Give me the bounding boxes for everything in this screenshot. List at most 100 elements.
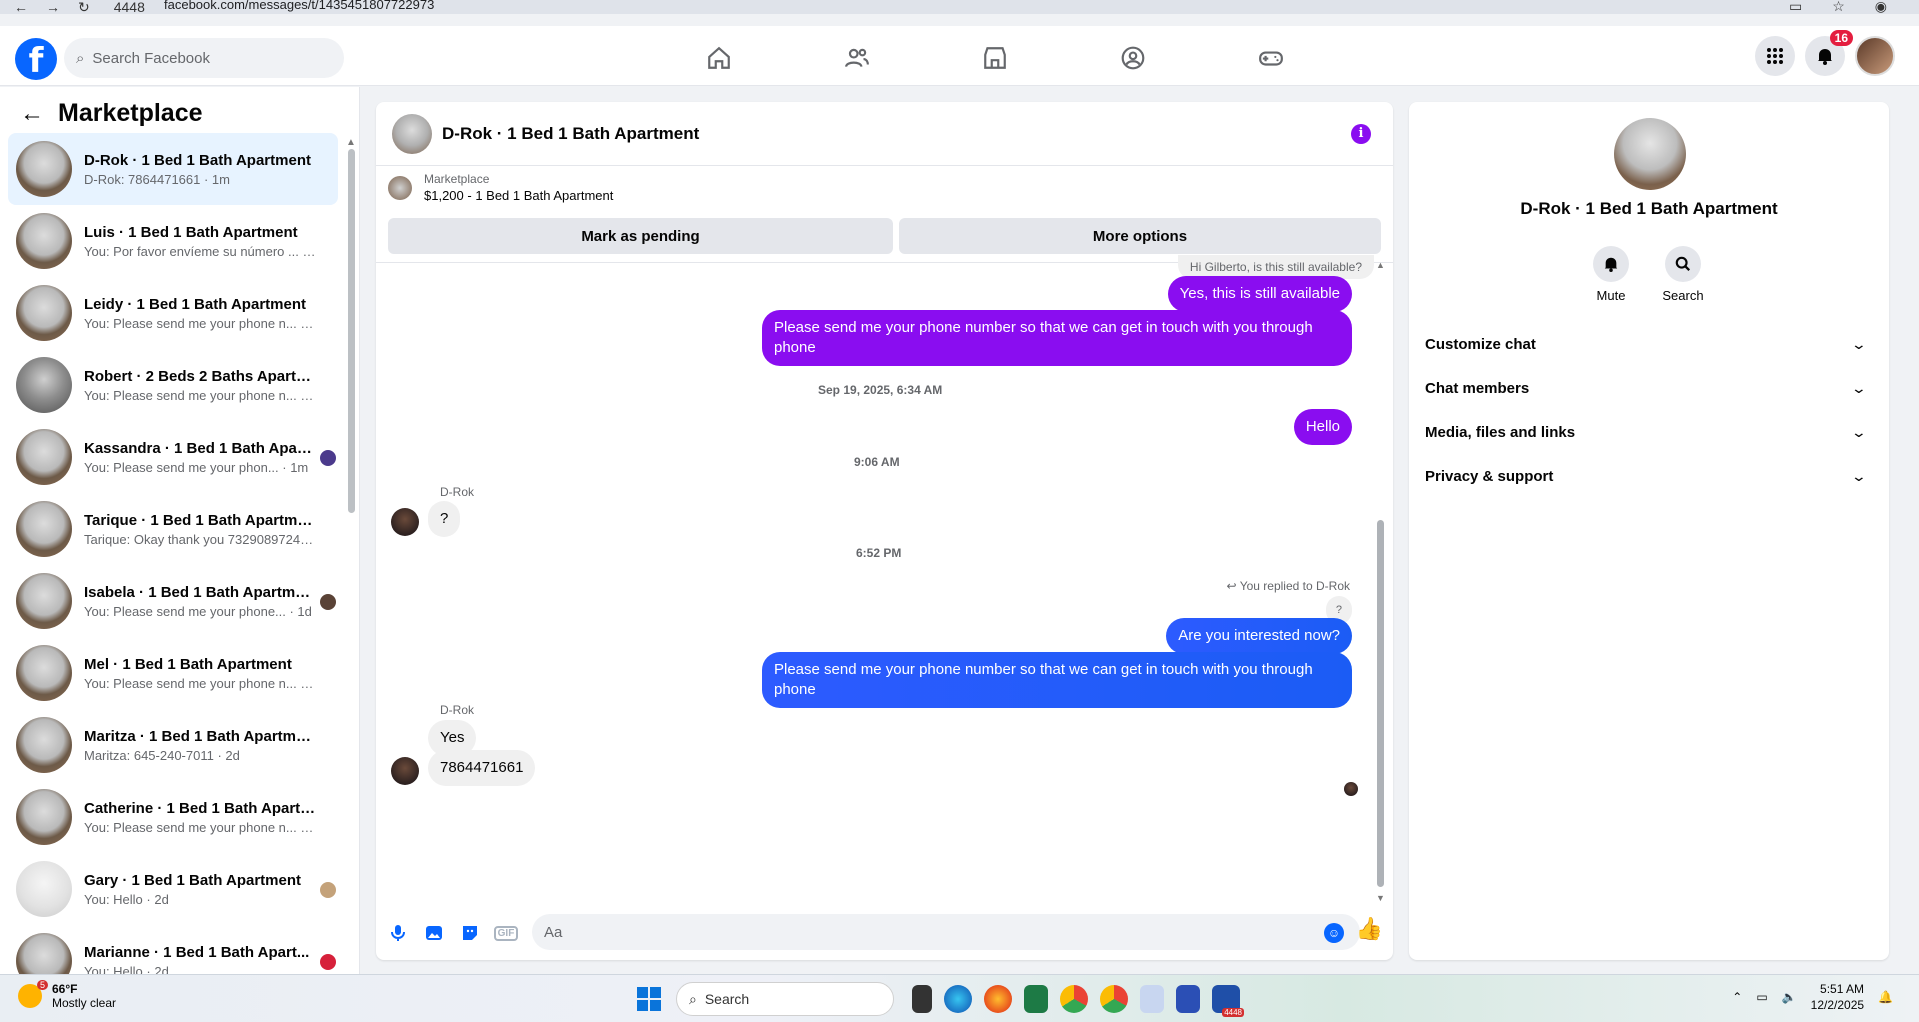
conversation-item[interactable]: D-Rok · 1 Bed 1 Bath Apartment D-Rok: 786…	[8, 133, 338, 205]
mute-action[interactable]: Mute	[1579, 246, 1643, 303]
microphone-icon[interactable]	[380, 915, 416, 951]
back-arrow-icon[interactable]: ←	[20, 100, 44, 128]
message-bubble: 7864471661	[428, 750, 536, 786]
chat-avatar[interactable]	[392, 113, 432, 154]
mail-icon[interactable]: 4448	[1212, 985, 1244, 1017]
chevron-up-icon[interactable]: ⌃	[1732, 990, 1742, 1004]
conversation-item[interactable]: Mel · 1 Bed 1 Bath Apartment You: Please …	[8, 637, 338, 709]
info-title: D-Rok · 1 Bed 1 Bath Apartment	[1520, 199, 1778, 218]
search-label: Search	[1662, 288, 1704, 303]
listing-avatar	[16, 861, 72, 917]
gif-icon[interactable]: GIF	[488, 915, 524, 951]
conversation-item[interactable]: Catherine · 1 Bed 1 Bath Apartm... You: P…	[8, 781, 338, 853]
conversation-item[interactable]: Tarique · 1 Bed 1 Bath Apartment Tarique:…	[8, 493, 338, 565]
emoji-icon[interactable]: ☺	[1324, 923, 1344, 943]
gaming-tab[interactable]	[1202, 36, 1340, 80]
scrollbar-thumb[interactable]	[348, 149, 355, 513]
conversation-item[interactable]: Leidy · 1 Bed 1 Bath Apartment You: Pleas…	[8, 277, 338, 349]
listing-avatar	[16, 573, 72, 629]
marketplace-tab[interactable]	[926, 36, 1064, 80]
scroll-down-icon[interactable]: ▼	[1376, 893, 1385, 903]
conversation-preview: You: Please send me your phone n... · 1m	[84, 387, 316, 403]
friends-tab[interactable]	[788, 36, 926, 80]
forward-arrow-icon[interactable]: →	[46, 0, 60, 14]
photo-icon[interactable]	[416, 915, 452, 951]
network-icon[interactable]: ▭	[1756, 990, 1767, 1004]
clock[interactable]: 5:51 AM 12/2/2025	[1811, 981, 1864, 1013]
install-icon[interactable]: ▭	[1789, 0, 1802, 15]
tab-count: 4448	[113, 0, 145, 15]
chat-title[interactable]: D-Rok · 1 Bed 1 Bath Apartment	[442, 124, 699, 144]
facebook-logo-icon[interactable]: f	[15, 38, 57, 81]
shield-icon[interactable]	[1176, 985, 1200, 1013]
scroll-up-icon[interactable]: ▲	[346, 137, 356, 148]
conversation-item[interactable]: Luis · 1 Bed 1 Bath Apartment You: Por fa…	[8, 205, 338, 277]
conversation-preview: Maritza: 645-240-7011 · 2d	[84, 747, 240, 763]
weather-widget[interactable]: 5 66°F Mostly clear	[18, 980, 116, 1010]
customize-chat-section[interactable]: Customize chat ⌄	[1425, 322, 1875, 366]
groups-icon	[1121, 46, 1145, 70]
address-bar[interactable]: facebook.com/messages/t/1435451807722973	[164, 0, 434, 12]
chrome-profile-icon[interactable]	[1100, 985, 1128, 1013]
profile-icon[interactable]: ◉	[1875, 0, 1887, 15]
conversation-item[interactable]: Maritza · 1 Bed 1 Bath Apartment Maritza:…	[8, 709, 338, 781]
conversation-item[interactable]: Isabela · 1 Bed 1 Bath Apartme... You: Pl…	[8, 565, 338, 637]
info-icon[interactable]: i	[1351, 124, 1371, 144]
sender-avatar[interactable]	[391, 508, 419, 536]
listing-avatar[interactable]	[1614, 118, 1686, 190]
message-bubble: Yes, this is still available	[1167, 276, 1352, 312]
listing-avatar	[16, 285, 72, 341]
edge-icon[interactable]	[944, 985, 972, 1013]
mark-as-pending-button[interactable]: Mark as pending	[388, 218, 893, 254]
chat-header: D-Rok · 1 Bed 1 Bath Apartment i	[376, 102, 1393, 166]
chat-scrollbar[interactable]: ▲ ▼	[1376, 260, 1385, 904]
notification-center-icon[interactable]: 🔔	[1878, 990, 1893, 1004]
groups-tab[interactable]	[1064, 36, 1202, 80]
conversation-item[interactable]: Robert · 2 Beds 2 Baths Apartme... You: P…	[8, 349, 338, 421]
notifications-button[interactable]: 16	[1805, 30, 1853, 76]
volume-icon[interactable]: 🔈	[1782, 990, 1797, 1004]
conversation-item[interactable]: Kassandra · 1 Bed 1 Bath Apart... You: Pl…	[8, 421, 338, 493]
chrome-icon[interactable]	[1060, 985, 1088, 1013]
search-action[interactable]: Search	[1651, 246, 1715, 303]
conversation-name: Tarique · 1 Bed 1 Bath Apartment	[84, 511, 316, 529]
scrollbar-thumb[interactable]	[1377, 520, 1384, 887]
profile-avatar[interactable]	[1855, 36, 1895, 76]
spreadsheet-icon[interactable]	[1024, 985, 1048, 1013]
reply-indicator: ↩ You replied to D-Rok	[1227, 579, 1350, 593]
privacy-support-section[interactable]: Privacy & support ⌄	[1425, 454, 1875, 498]
message-input[interactable]: Aa ☺	[532, 914, 1360, 950]
listing-banner[interactable]: Marketplace $1,200 - 1 Bed 1 Bath Apartm…	[388, 172, 613, 203]
reload-icon[interactable]: ↻	[78, 0, 90, 14]
sender-avatar[interactable]	[391, 757, 419, 785]
back-arrow-icon[interactable]: ←	[14, 0, 28, 14]
thumbs-up-icon[interactable]: 👍	[1356, 916, 1383, 942]
scroll-up-icon[interactable]: ▲	[1376, 260, 1385, 270]
conversation-preview: You: Hello · 2d	[84, 963, 169, 975]
timestamp: Sep 19, 2025, 6:34 AM	[818, 383, 943, 397]
seen-avatar	[320, 882, 336, 898]
bookmark-star-icon[interactable]: ☆	[1832, 0, 1845, 15]
home-tab[interactable]	[650, 36, 788, 80]
message-composer: GIF Aa ☺ 👍	[376, 908, 1393, 958]
sidebar-scrollbar[interactable]: ▲ ▼	[346, 137, 356, 974]
start-button[interactable]	[637, 987, 661, 1011]
clock-date: 12/2/2025	[1810, 998, 1865, 1012]
marketplace-sidebar: ← Marketplace D-Rok · 1 Bed 1 Bath Apart…	[0, 87, 360, 974]
conversation-item[interactable]: Marianne · 1 Bed 1 Bath Apart... You: Hel…	[8, 925, 338, 974]
conversation-item[interactable]: Gary · 1 Bed 1 Bath Apartment You: Hello …	[8, 853, 338, 925]
firefox-icon[interactable]	[984, 985, 1012, 1013]
search-box[interactable]: ⌕ Search Facebook	[64, 38, 344, 78]
task-view-icon[interactable]	[912, 985, 932, 1013]
search-input[interactable]: Search Facebook	[92, 50, 210, 67]
media-files-links-section[interactable]: Media, files and links ⌄	[1425, 410, 1875, 454]
menu-button[interactable]	[1755, 36, 1795, 76]
chat-members-section[interactable]: Chat members ⌄	[1425, 366, 1875, 410]
chevron-down-icon: ⌄	[1850, 423, 1868, 440]
listing-avatar	[16, 213, 72, 269]
sticker-icon[interactable]	[452, 915, 488, 951]
conversation-preview: D-Rok: 7864471661 · 1m	[84, 171, 230, 187]
taskbar-search[interactable]: ⌕ Search	[676, 982, 894, 1016]
snipping-tool-icon[interactable]	[1140, 985, 1164, 1013]
more-options-button[interactable]: More options	[899, 218, 1381, 254]
